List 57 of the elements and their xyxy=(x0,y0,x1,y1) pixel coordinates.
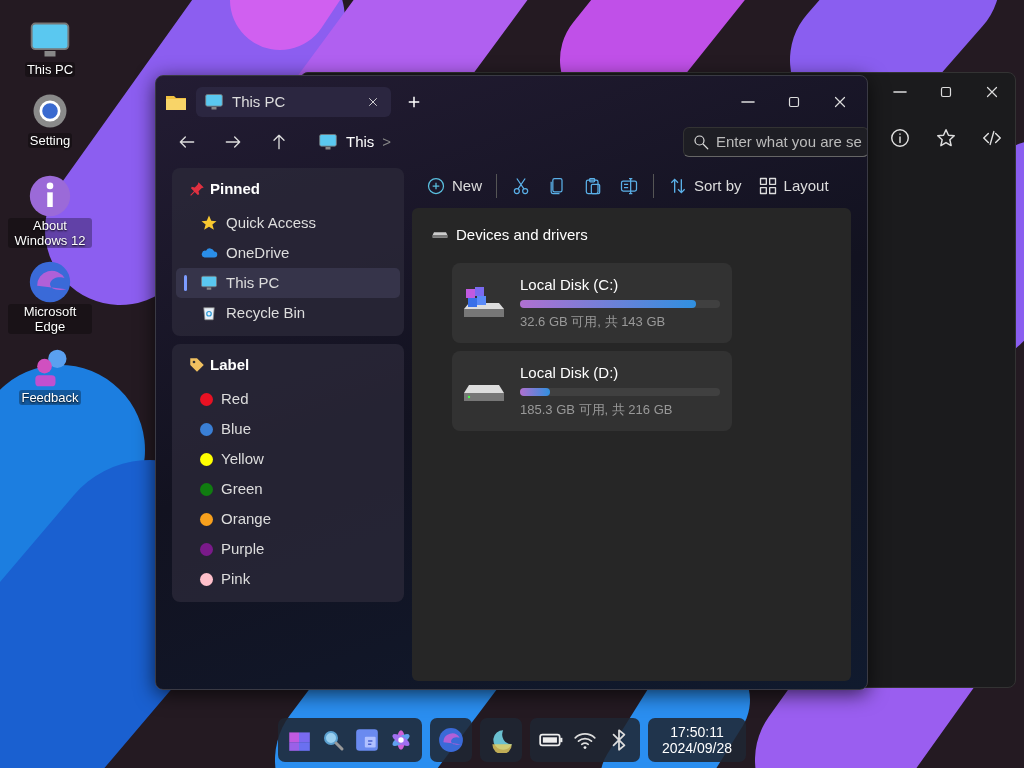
breadcrumb-item[interactable]: This xyxy=(346,130,375,154)
drive-card[interactable]: Local Disk (C:) 32.6 GB 可用, 共 143 GB xyxy=(452,262,732,343)
label-item[interactable]: Yellow xyxy=(221,447,264,471)
label-item[interactable]: Purple xyxy=(221,537,265,561)
desktop-icon-label[interactable]: Microsoft Edge xyxy=(8,304,92,334)
sort-arrows-icon xyxy=(668,176,688,196)
rename-icon xyxy=(619,176,639,196)
sidebar-item[interactable]: Recycle Bin xyxy=(176,298,400,328)
label-item[interactable]: Red xyxy=(221,387,249,411)
monitor-icon xyxy=(204,92,224,112)
recycle-bin-icon xyxy=(200,304,218,322)
drive-name: Local Disk (C:) xyxy=(520,274,620,295)
sidebar-item[interactable]: This PC xyxy=(176,268,400,298)
scissors-icon xyxy=(511,176,531,196)
label-item[interactable]: Blue xyxy=(221,417,252,441)
new-button[interactable]: New xyxy=(420,170,488,202)
minimize-icon xyxy=(741,101,755,103)
label-item[interactable]: Green xyxy=(221,477,263,501)
drive-card[interactable]: Local Disk (D:) 185.3 GB 可用, 共 216 GB xyxy=(452,350,732,431)
tab-title: This PC xyxy=(232,91,287,112)
info-icon[interactable] xyxy=(28,174,72,218)
grid-icon xyxy=(757,176,778,196)
desktop-icon-label[interactable]: Setting xyxy=(27,133,73,148)
edge-icon[interactable] xyxy=(28,260,72,304)
sidebar-item[interactable]: Quick Access xyxy=(176,208,400,238)
tab[interactable]: This PC xyxy=(196,87,391,117)
search-icon xyxy=(692,133,710,151)
system-drive-icon xyxy=(464,285,504,320)
star-icon xyxy=(935,127,957,149)
clock[interactable]: 17:50:11 2024/09/28 xyxy=(647,718,747,762)
clipboard-icon xyxy=(583,176,603,196)
layout-button[interactable]: Layout xyxy=(751,170,835,202)
edge-icon xyxy=(437,727,464,753)
label-item[interactable]: Pink xyxy=(221,567,251,591)
desktop-icon-label[interactable]: Feedback xyxy=(19,390,81,405)
info-icon xyxy=(889,127,911,149)
monitor-icon xyxy=(318,132,338,152)
tag-icon xyxy=(188,356,206,374)
drive-name: Local Disk (D:) xyxy=(520,362,620,383)
section-heading: Devices and drivers xyxy=(456,225,588,245)
sidebar-item[interactable]: OneDrive xyxy=(176,238,400,268)
file-manager-icon xyxy=(353,727,380,753)
pin-icon xyxy=(188,180,206,198)
desktop-icon-label[interactable]: This PC xyxy=(24,62,76,77)
monitor-icon xyxy=(200,274,218,292)
sort-button[interactable]: Sort by xyxy=(662,170,748,202)
plus-circle-icon xyxy=(426,176,446,196)
minimize-icon xyxy=(893,91,907,93)
search-field[interactable]: Enter what you are se xyxy=(683,127,867,157)
drive-space-text: 32.6 GB 可用, 共 143 GB xyxy=(520,313,667,331)
breadcrumb-separator: > xyxy=(382,131,392,152)
star-icon xyxy=(200,214,218,232)
label-item[interactable]: Orange xyxy=(221,507,272,531)
section-heading: Pinned xyxy=(210,178,260,199)
drive-space-text: 185.3 GB 可用, 共 216 GB xyxy=(520,401,674,419)
section-heading: Label xyxy=(210,354,250,375)
close-icon xyxy=(366,95,380,109)
